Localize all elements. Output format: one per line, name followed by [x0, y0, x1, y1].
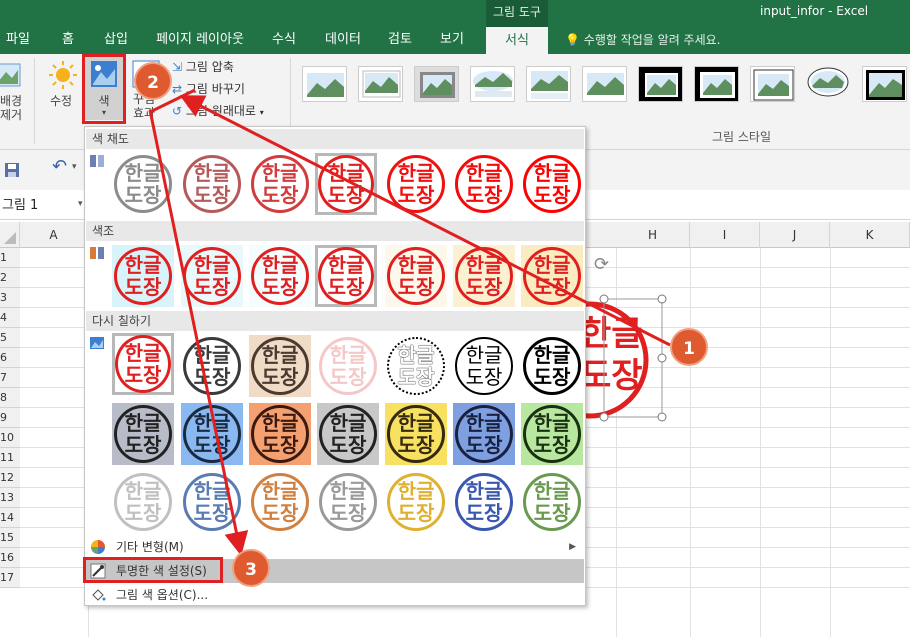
- excel-window: { "title_bar": {"context_group": "그림 도구"…: [0, 0, 910, 637]
- step-badge-1: 1: [670, 328, 708, 366]
- step-badge-3: 3: [232, 549, 270, 587]
- annotation-arrows: [148, 88, 671, 556]
- step-badge-2: 2: [134, 62, 172, 100]
